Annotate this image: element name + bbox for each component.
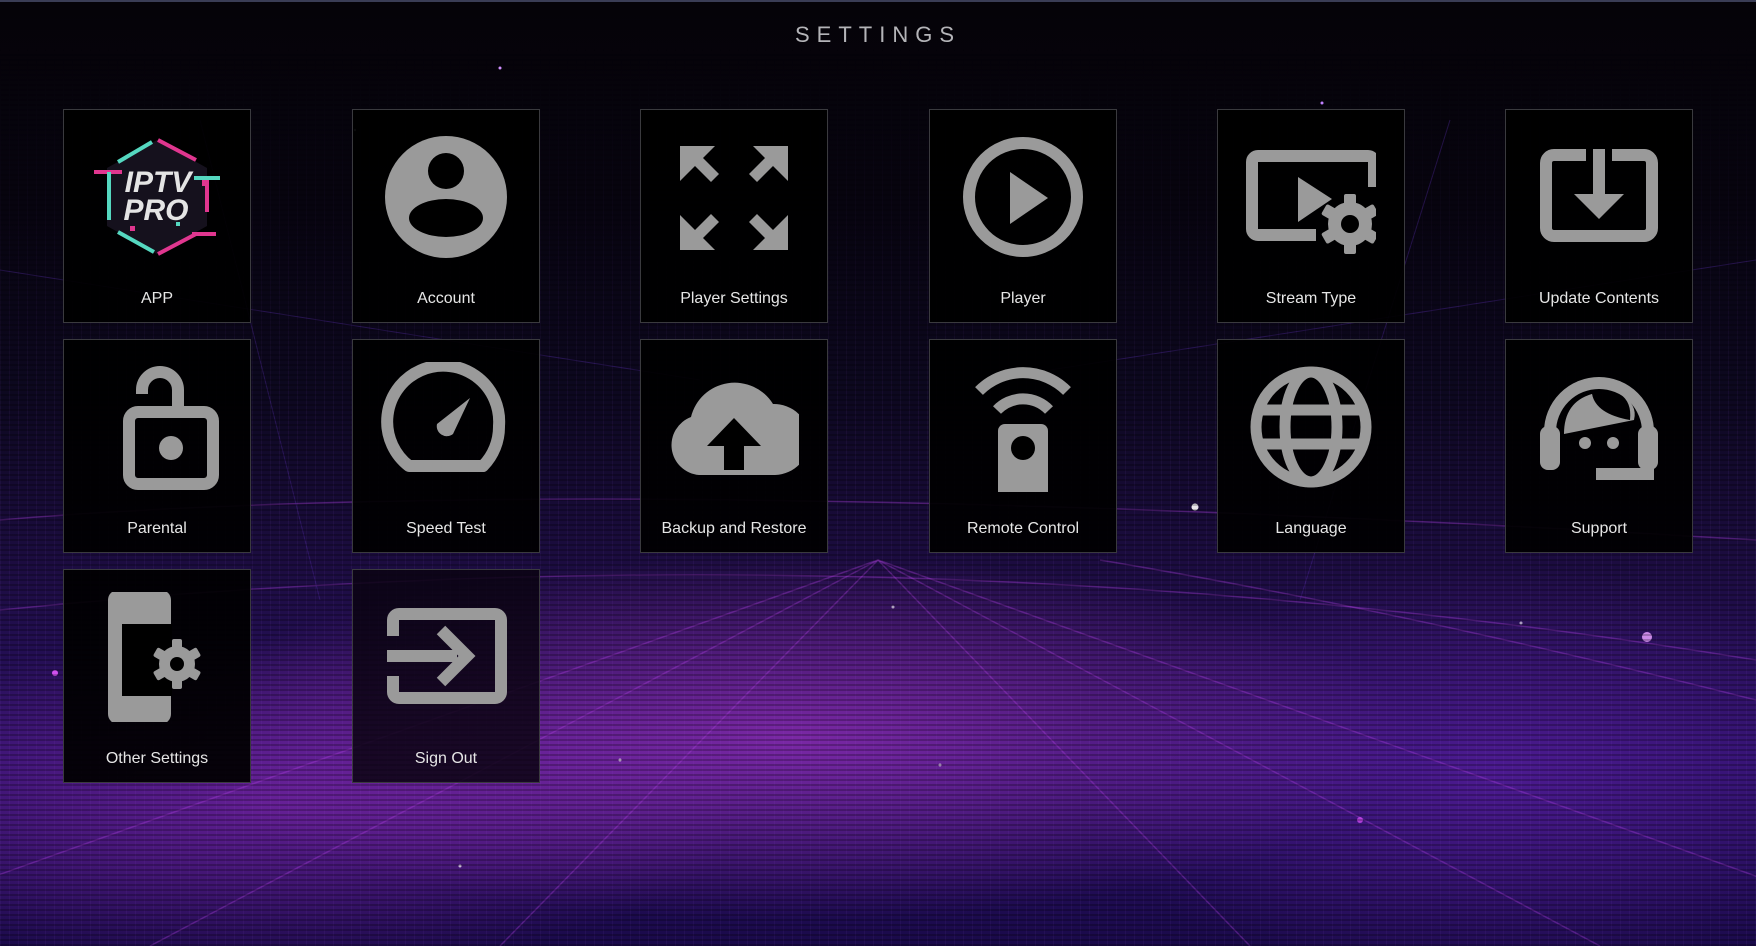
tile-app[interactable]: IPTV PRO APP [63, 109, 251, 323]
tile-label: Parental [127, 520, 187, 537]
lock-open-icon [92, 362, 222, 492]
tile-parental[interactable]: Parental [63, 339, 251, 553]
tile-remote-control[interactable]: Remote Control [929, 339, 1117, 553]
tile-label: APP [140, 290, 173, 307]
tile-stream-type[interactable]: Stream Type [1217, 109, 1405, 323]
device-settings-icon [92, 592, 222, 722]
tile-support[interactable]: Support [1505, 339, 1693, 553]
tile-label: Sign Out [414, 750, 478, 767]
top-border [0, 0, 1756, 2]
tile-language[interactable]: Language [1217, 339, 1405, 553]
tile-label: Language [1275, 520, 1347, 537]
tile-sign-out[interactable]: Sign Out [352, 569, 540, 783]
tile-backup-restore[interactable]: Backup and Restore [640, 339, 828, 553]
tile-label: Update Contents [1538, 290, 1660, 307]
tile-label: Stream Type [1265, 290, 1357, 307]
tile-label: Other Settings [105, 750, 209, 767]
background [0, 0, 1756, 946]
tile-label: Player Settings [680, 290, 788, 307]
remote-control-icon [958, 362, 1088, 492]
tile-account[interactable]: Account [352, 109, 540, 323]
download-box-icon [1534, 132, 1664, 262]
tile-label: Speed Test [406, 520, 486, 537]
tile-other-settings[interactable]: Other Settings [63, 569, 251, 783]
tile-label: Account [417, 290, 475, 307]
tile-speed-test[interactable]: Speed Test [352, 339, 540, 553]
tile-update-contents[interactable]: Update Contents [1505, 109, 1693, 323]
fullscreen-arrows-icon [669, 132, 799, 262]
tile-player-settings[interactable]: Player Settings [640, 109, 828, 323]
page-title: SETTINGS [794, 22, 961, 47]
tile-label: Player [1000, 290, 1046, 307]
tile-player[interactable]: Player [929, 109, 1117, 323]
sign-out-icon [381, 592, 511, 722]
account-circle-icon [381, 132, 511, 262]
tile-label: Backup and Restore [661, 520, 807, 537]
speedometer-icon [381, 362, 511, 492]
iptv-pro-logo: IPTV PRO [92, 132, 222, 262]
video-settings-icon [1246, 132, 1376, 262]
logo-line2: PRO [123, 194, 188, 227]
headset-support-icon [1534, 362, 1664, 492]
tile-label: Support [1570, 520, 1628, 537]
globe-icon [1246, 362, 1376, 492]
play-circle-icon [958, 132, 1088, 262]
cloud-upload-icon [669, 362, 799, 492]
tile-label: Remote Control [966, 520, 1080, 537]
